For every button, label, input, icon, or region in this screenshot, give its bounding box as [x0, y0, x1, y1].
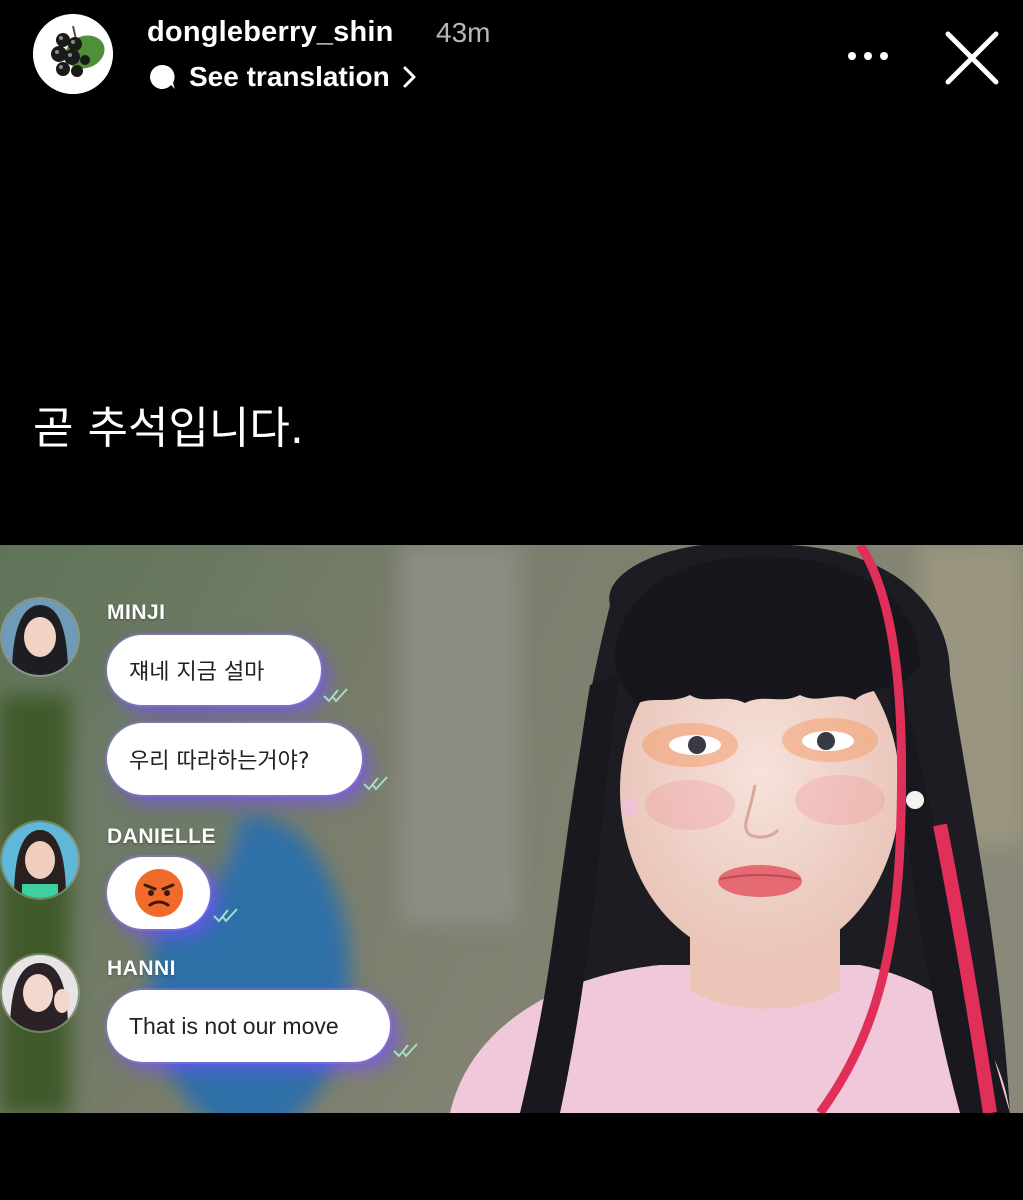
emoji-bubble [107, 857, 210, 929]
read-check-icon [213, 908, 238, 923]
story-caption: 곧 추석입니다. [33, 403, 304, 454]
read-check-icon [323, 688, 348, 703]
message-bubble: 우리 따라하는거야? [107, 723, 362, 795]
sender-name-minji: MINJI [107, 601, 166, 624]
danielle-avatar [2, 822, 78, 898]
close-button[interactable] [942, 28, 1002, 88]
more-options-button[interactable] [842, 36, 894, 76]
read-check-icon [393, 1043, 418, 1058]
read-check-icon [363, 776, 388, 791]
close-icon [945, 31, 999, 85]
speech-bubble-icon [150, 64, 175, 89]
more-icon [848, 52, 888, 60]
post-time: 43m [436, 17, 491, 48]
minji-avatar [2, 599, 78, 675]
story-media[interactable]: MINJI 쟤네 지금 설마 우리 따라하는거야? DANIELLE 😡 HAN [0, 545, 1023, 1113]
see-translation-button[interactable]: See translation [147, 58, 418, 96]
message-bubble: That is not our move [107, 990, 390, 1062]
angry-face-icon [134, 869, 183, 917]
chevron-right-icon [403, 66, 416, 88]
story-header: dongleberry_shin 43m See translation [0, 0, 1023, 110]
sender-name-hanni: HANNI [107, 957, 176, 980]
profile-avatar[interactable] [33, 14, 113, 94]
see-translation-label: See translation [189, 61, 390, 92]
hanni-avatar [2, 955, 78, 1031]
username[interactable]: dongleberry_shin [147, 16, 394, 49]
message-bubble: 쟤네 지금 설마 [107, 635, 321, 705]
sender-name-danielle: DANIELLE [107, 825, 216, 848]
